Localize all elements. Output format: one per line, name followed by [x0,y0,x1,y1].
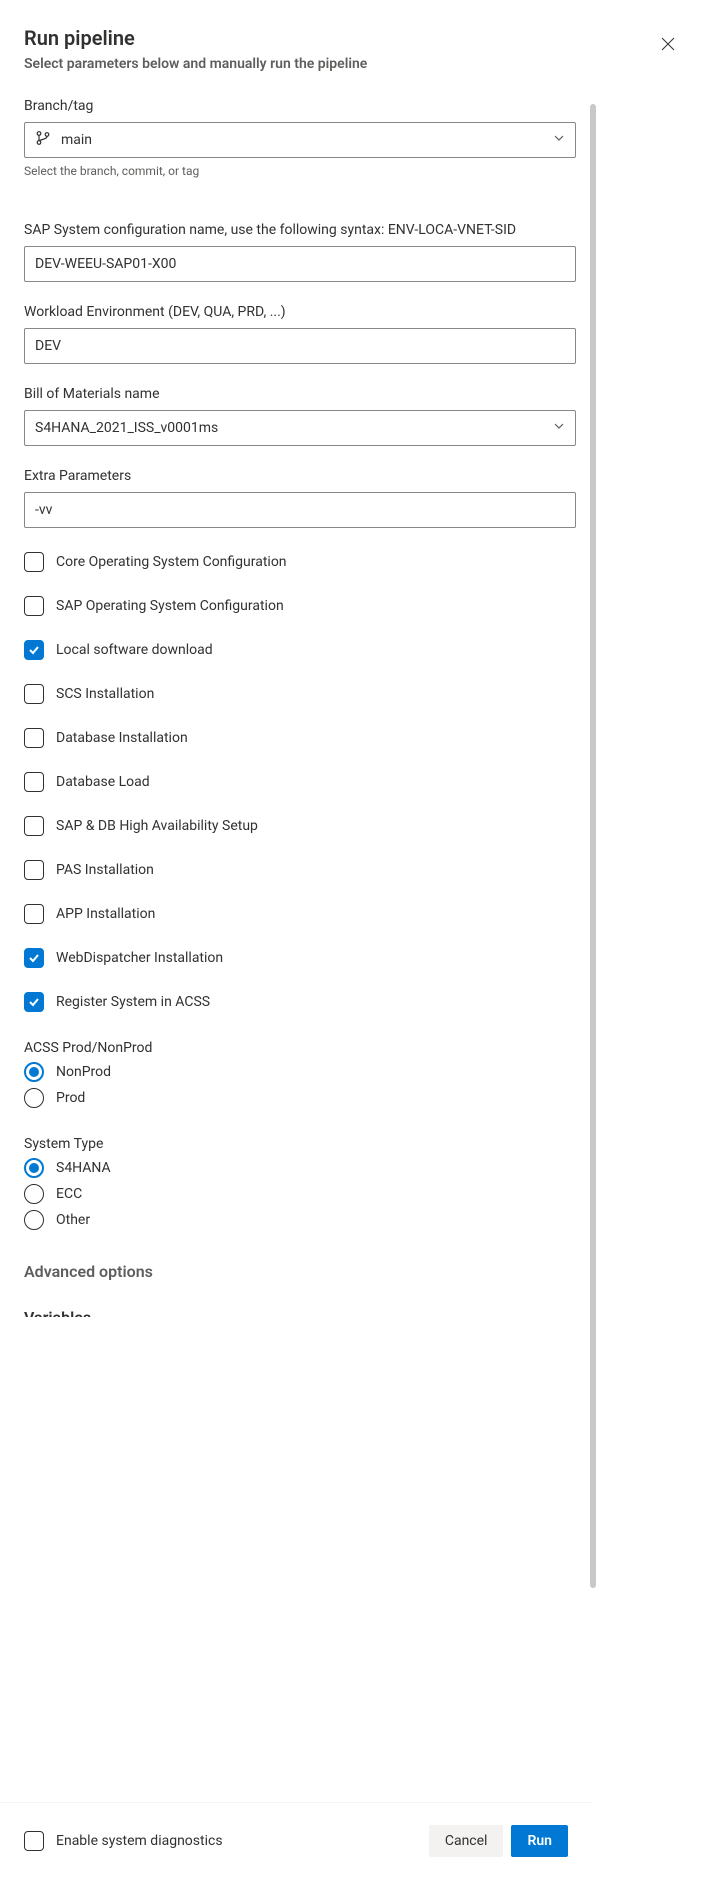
diagnostics-label[interactable]: Enable system diagnostics [56,1833,223,1849]
checkbox[interactable] [24,948,44,968]
extra-params-label: Extra Parameters [24,466,576,486]
scrollbar[interactable] [590,104,596,1790]
system-type-group-label: System Type [24,1136,576,1152]
checkbox-label[interactable]: SAP & DB High Availability Setup [56,818,258,834]
bom-label: Bill of Materials name [24,384,576,404]
bom-value: S4HANA_2021_ISS_v0001ms [35,420,553,436]
sap-config-input[interactable] [24,246,576,282]
checkbox[interactable] [24,772,44,792]
radio-label[interactable]: S4HANA [56,1160,111,1176]
radio-label[interactable]: NonProd [56,1064,111,1080]
checkbox-row: Database Installation [24,728,576,748]
checkbox-row: PAS Installation [24,860,576,880]
checkbox[interactable] [24,640,44,660]
checkbox[interactable] [24,552,44,572]
radio-row: NonProd [24,1062,576,1082]
checkbox-row: APP Installation [24,904,576,924]
checkbox-row: Database Load [24,772,576,792]
checkbox[interactable] [24,992,44,1012]
checkbox[interactable] [24,596,44,616]
diagnostics-row: Enable system diagnostics [24,1831,223,1851]
sap-config-label: SAP System configuration name, use the f… [24,220,576,240]
checkbox-label[interactable]: SCS Installation [56,686,154,702]
checkbox-row: SAP & DB High Availability Setup [24,816,576,836]
checkbox-row: SCS Installation [24,684,576,704]
checkbox-label[interactable]: Register System in ACSS [56,994,210,1010]
checkbox[interactable] [24,816,44,836]
checkbox-label[interactable]: Database Installation [56,730,188,746]
panel-title: Run pipeline [24,24,367,52]
radio-row: S4HANA [24,1158,576,1178]
panel-footer: Enable system diagnostics Cancel Run [0,1802,592,1878]
checkbox-label[interactable]: Local software download [56,642,213,658]
checkbox[interactable] [24,904,44,924]
bom-select[interactable]: S4HANA_2021_ISS_v0001ms [24,410,576,446]
checkbox-label[interactable]: APP Installation [56,906,155,922]
branch-helper: Select the branch, commit, or tag [24,164,576,178]
variables-heading-cutoff: Variables [24,1305,576,1317]
workload-env-label: Workload Environment (DEV, QUA, PRD, ...… [24,302,576,322]
checkbox-row: Local software download [24,640,576,660]
radio-label[interactable]: Prod [56,1090,85,1106]
acss-group-label: ACSS Prod/NonProd [24,1040,576,1056]
radio-row: Prod [24,1088,576,1108]
chevron-down-icon [553,420,565,436]
radio-label[interactable]: ECC [56,1186,82,1202]
run-button[interactable]: Run [511,1825,568,1857]
checkbox[interactable] [24,684,44,704]
acss-radio[interactable] [24,1088,44,1108]
checkbox-label[interactable]: WebDispatcher Installation [56,950,223,966]
checkbox-label[interactable]: Database Load [56,774,150,790]
branch-label: Branch/tag [24,96,576,116]
branch-select[interactable]: main [24,122,576,158]
form-scroll-region[interactable]: Branch/tag main Select the branch, commi… [24,96,588,1798]
acss-radio[interactable] [24,1062,44,1082]
checkbox-label[interactable]: SAP Operating System Configuration [56,598,284,614]
system-type-radio[interactable] [24,1158,44,1178]
checkbox[interactable] [24,728,44,748]
radio-label[interactable]: Other [56,1212,90,1228]
checkbox-label[interactable]: Core Operating System Configuration [56,554,287,570]
checkbox-row: WebDispatcher Installation [24,948,576,968]
checkbox-row: SAP Operating System Configuration [24,596,576,616]
branch-value: main [61,132,553,148]
radio-row: ECC [24,1184,576,1204]
advanced-options-heading[interactable]: Advanced options [24,1262,576,1281]
branch-icon [35,130,51,150]
checkbox[interactable] [24,860,44,880]
run-pipeline-panel: Run pipeline Select parameters below and… [0,0,708,1878]
cancel-button[interactable]: Cancel [429,1825,504,1857]
panel-header: Run pipeline Select parameters below and… [24,24,684,72]
system-type-radio[interactable] [24,1184,44,1204]
checkbox-row: Register System in ACSS [24,992,576,1012]
close-button[interactable] [652,28,684,60]
extra-params-input[interactable] [24,492,576,528]
diagnostics-checkbox[interactable] [24,1831,44,1851]
close-icon [660,36,676,52]
checkbox-row: Core Operating System Configuration [24,552,576,572]
checkbox-label[interactable]: PAS Installation [56,862,154,878]
panel-subtitle: Select parameters below and manually run… [24,56,367,72]
radio-row: Other [24,1210,576,1230]
chevron-down-icon [553,132,565,148]
workload-env-input[interactable] [24,328,576,364]
system-type-radio[interactable] [24,1210,44,1230]
